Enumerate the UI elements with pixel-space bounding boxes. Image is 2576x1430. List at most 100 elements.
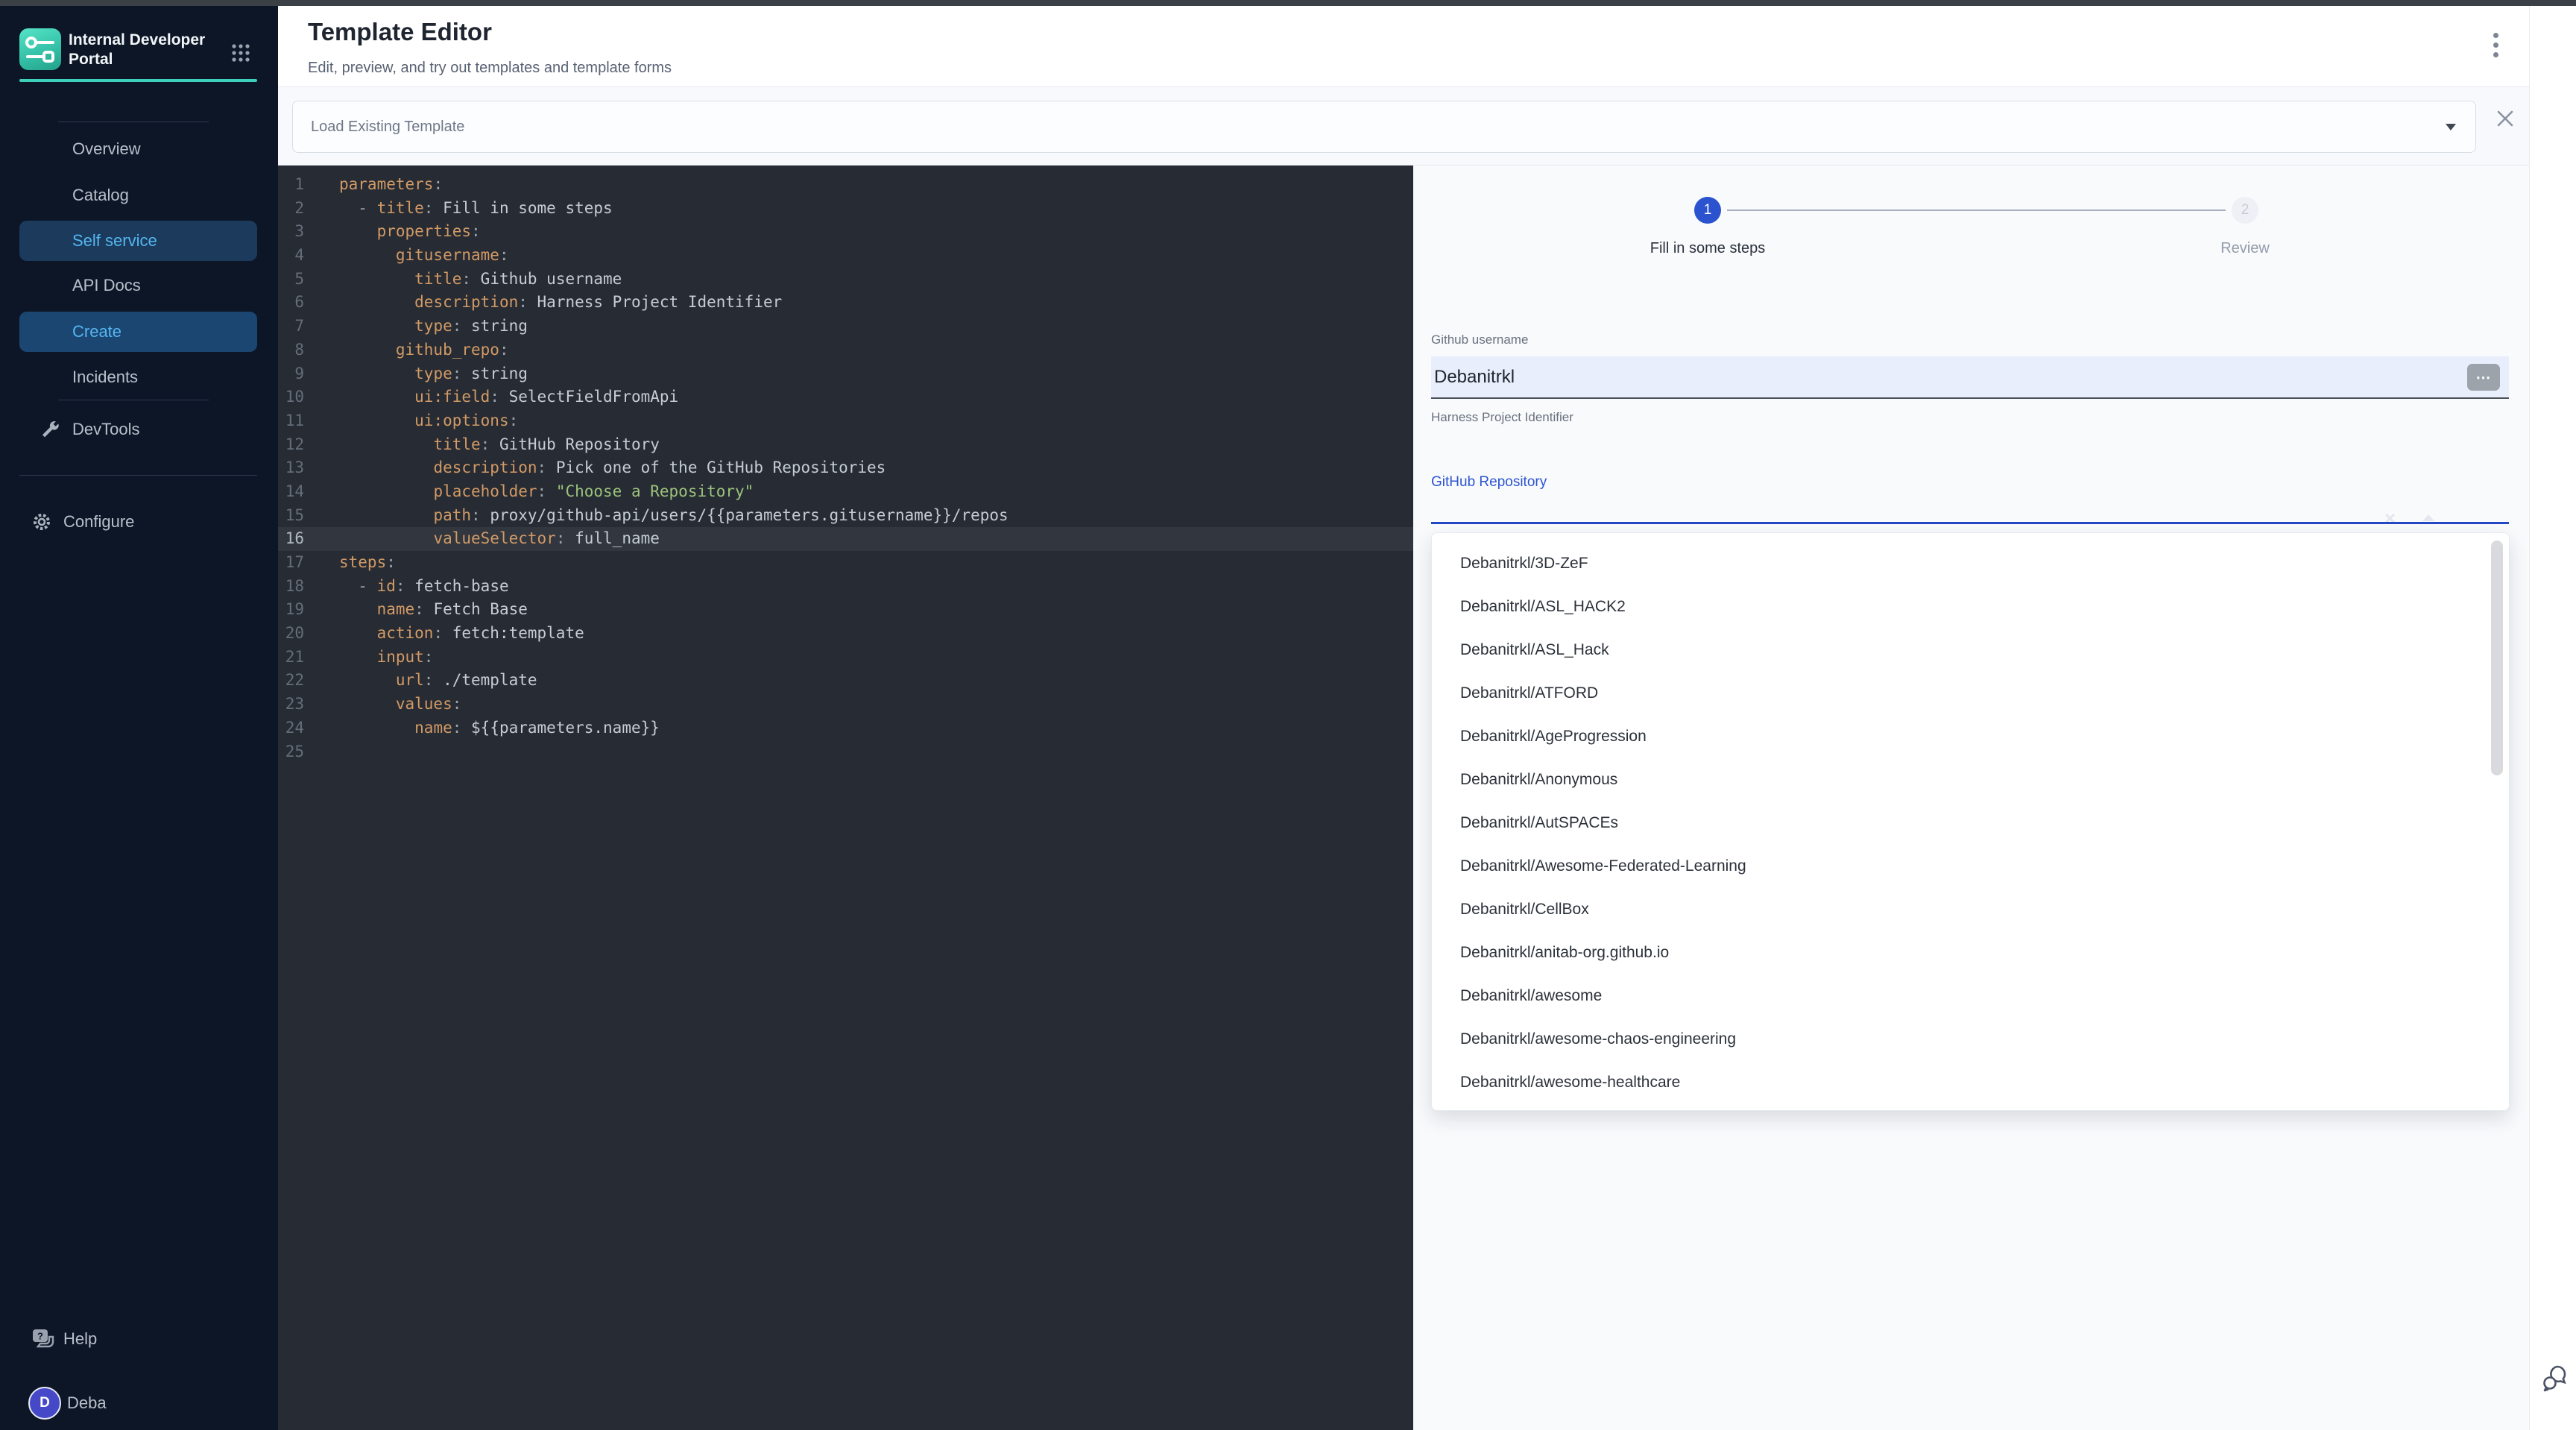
sidebar-item-configure[interactable]: Configure	[0, 505, 278, 538]
repo-option[interactable]: Debanitrkl/Awesome-Federated-Learning	[1432, 845, 2509, 888]
code-line[interactable]: 5 title: Github username	[278, 268, 1413, 292]
line-number: 7	[278, 315, 304, 338]
pipeline-logo-icon	[19, 28, 61, 70]
code-line[interactable]: 12 title: GitHub Repository	[278, 433, 1413, 457]
code-line[interactable]: 3 properties:	[278, 220, 1413, 244]
sidebar-item-api-docs[interactable]: API Docs	[0, 269, 278, 302]
line-content: - id: fetch-base	[339, 575, 509, 599]
code-line[interactable]: 21 input:	[278, 646, 1413, 670]
line-number: 14	[278, 480, 304, 504]
line-number: 25	[278, 740, 304, 764]
stepper-connector	[1727, 210, 2226, 211]
close-toolbar-button[interactable]	[2493, 107, 2517, 130]
line-number: 24	[278, 716, 304, 740]
code-line[interactable]: 4 gitusername:	[278, 244, 1413, 268]
chevron-down-icon	[2446, 124, 2456, 130]
stepper-step-2[interactable]: 2	[2232, 197, 2258, 224]
repo-option[interactable]: Debanitrkl/ASL_Hack	[1432, 629, 2509, 672]
github-username-label: Github username	[1431, 333, 1528, 347]
code-line[interactable]: 23 values:	[278, 693, 1413, 716]
load-template-placeholder: Load Existing Template	[311, 119, 464, 136]
dropdown-scrollbar-thumb[interactable]	[2491, 541, 2503, 775]
sidebar-item-create[interactable]: Create	[19, 312, 257, 352]
autofill-icon[interactable]: ⋯	[2467, 364, 2500, 391]
line-content: description: Pick one of the GitHub Repo…	[339, 456, 886, 480]
user-name: Deba	[67, 1393, 107, 1413]
focused-field-underline	[1431, 522, 2509, 524]
repo-option[interactable]: Debanitrkl/anitab-org.github.io	[1432, 931, 2509, 974]
code-line[interactable]: 2 - title: Fill in some steps	[278, 197, 1413, 221]
sidebar-item-incidents[interactable]: Incidents	[0, 361, 278, 394]
line-content: name: ${{parameters.name}}	[339, 716, 660, 740]
template-form-panel: 1 2 Fill in some steps Review Github use…	[1413, 166, 2529, 1430]
code-line[interactable]: 10 ui:field: SelectFieldFromApi	[278, 385, 1413, 409]
gear-icon	[31, 511, 52, 532]
sidebar: Internal Developer Portal Overview Catal…	[0, 6, 278, 1430]
repo-option[interactable]: Debanitrkl/AutSPACEs	[1432, 801, 2509, 845]
sidebar-item-devtools[interactable]: DevTools	[0, 413, 278, 446]
repo-option[interactable]: Debanitrkl/CellBox	[1432, 888, 2509, 931]
window-top-edge	[0, 0, 2576, 6]
more-options-button[interactable]	[2484, 31, 2507, 64]
code-lines: 1parameters:2 - title: Fill in some step…	[278, 173, 1413, 763]
line-content: type: string	[339, 362, 528, 386]
code-line[interactable]: 14 placeholder: "Choose a Repository"	[278, 480, 1413, 504]
sidebar-item-label: Configure	[63, 512, 134, 532]
code-line[interactable]: 19 name: Fetch Base	[278, 598, 1413, 622]
code-line[interactable]: 15 path: proxy/github-api/users/{{parame…	[278, 504, 1413, 528]
stepper-step-1[interactable]: 1	[1694, 197, 1721, 224]
code-line[interactable]: 18 - id: fetch-base	[278, 575, 1413, 599]
code-line[interactable]: 17steps:	[278, 551, 1413, 575]
code-line[interactable]: 9 type: string	[278, 362, 1413, 386]
repo-option[interactable]: Debanitrkl/ATFORD	[1432, 672, 2509, 715]
user-menu[interactable]: D Deba	[0, 1387, 278, 1420]
stepper-label-active: Fill in some steps	[1582, 240, 1833, 257]
github-repository-select[interactable]: ×	[1431, 494, 2509, 524]
line-number: 23	[278, 693, 304, 716]
repo-list: Debanitrkl/3D-ZeFDebanitrkl/ASL_HACK2Deb…	[1432, 542, 2509, 1104]
line-number: 1	[278, 173, 304, 197]
app-window: Internal Developer Portal Overview Catal…	[0, 0, 2576, 1430]
load-template-select[interactable]: Load Existing Template	[292, 101, 2476, 153]
line-number: 2	[278, 197, 304, 221]
sidebar-item-label: API Docs	[72, 276, 141, 295]
repo-option[interactable]: Debanitrkl/ASL_HACK2	[1432, 585, 2509, 629]
code-line[interactable]: 16 valueSelector: full_name	[278, 527, 1413, 551]
code-line[interactable]: 13 description: Pick one of the GitHub R…	[278, 456, 1413, 480]
github-username-input[interactable]: Debanitrkl ⋯	[1431, 356, 2509, 399]
code-line[interactable]: 8 github_repo:	[278, 338, 1413, 362]
portal-logo	[19, 28, 61, 70]
line-content: values:	[339, 693, 461, 716]
code-line[interactable]: 1parameters:	[278, 173, 1413, 197]
github-repository-label: GitHub Repository	[1431, 474, 1547, 491]
close-icon	[2493, 107, 2517, 130]
repo-option[interactable]: Debanitrkl/Anonymous	[1432, 758, 2509, 801]
code-line[interactable]: 11 ui:options:	[278, 409, 1413, 433]
line-content: ui:options:	[339, 409, 518, 433]
repo-option[interactable]: Debanitrkl/awesome-healthcare	[1432, 1061, 2509, 1104]
yaml-editor[interactable]: 1parameters:2 - title: Fill in some step…	[278, 166, 1413, 1430]
repo-option[interactable]: Debanitrkl/awesome	[1432, 974, 2509, 1018]
line-content: description: Harness Project Identifier	[339, 291, 782, 315]
sidebar-item-self-service[interactable]: Self service	[19, 221, 257, 261]
help-button[interactable]: ? Help	[0, 1323, 278, 1355]
repo-option[interactable]: Debanitrkl/3D-ZeF	[1432, 542, 2509, 585]
code-line[interactable]: 22 url: ./template	[278, 669, 1413, 693]
sidebar-item-catalog[interactable]: Catalog	[0, 179, 278, 212]
line-content: path: proxy/github-api/users/{{parameter…	[339, 504, 1008, 528]
line-number: 6	[278, 291, 304, 315]
code-line[interactable]: 20 action: fetch:template	[278, 622, 1413, 646]
line-number: 3	[278, 220, 304, 244]
code-line[interactable]: 25	[278, 740, 1413, 764]
chat-bubbles-icon[interactable]	[2540, 1361, 2572, 1396]
apps-grid-icon[interactable]	[231, 43, 250, 66]
repo-option[interactable]: Debanitrkl/awesome-chaos-engineering	[1432, 1018, 2509, 1061]
clear-selection-icon[interactable]: ×	[2384, 507, 2396, 530]
chevron-up-icon	[2422, 514, 2434, 521]
code-line[interactable]: 6 description: Harness Project Identifie…	[278, 291, 1413, 315]
code-line[interactable]: 24 name: ${{parameters.name}}	[278, 716, 1413, 740]
code-line[interactable]: 7 type: string	[278, 315, 1413, 338]
page-title: Template Editor	[308, 18, 492, 46]
sidebar-item-overview[interactable]: Overview	[0, 133, 278, 166]
repo-option[interactable]: Debanitrkl/AgeProgression	[1432, 715, 2509, 758]
